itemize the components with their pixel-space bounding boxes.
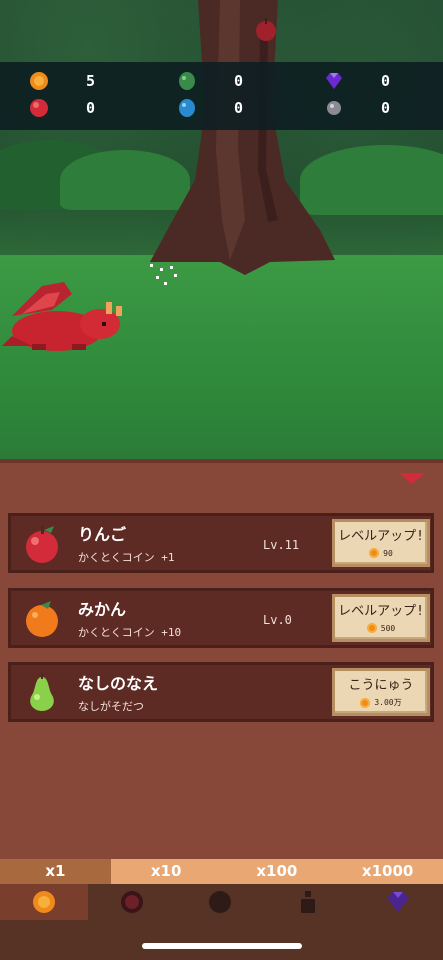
dragon-character[interactable] (2, 276, 128, 356)
nav-tab-gem[interactable] (352, 884, 443, 920)
button-cost: 90 (335, 548, 427, 558)
button-cost: 3.00万 (335, 697, 427, 708)
silver-orb-counter: 0 (324, 98, 390, 118)
nav-tab-dark-orb[interactable] (176, 884, 264, 920)
button-cost: 500 (335, 623, 427, 633)
red-gem-counter: 0 (29, 98, 95, 118)
cost-value: 500 (380, 623, 396, 633)
upgrade-item-apple: りんご かくとくコイン +1 Lv.11 レベルアップ! 90 (8, 513, 434, 573)
bottle-icon (301, 891, 315, 913)
pear-icon (30, 673, 54, 711)
purple-gem-counter: 0 (324, 71, 390, 91)
cost-value: 3.00万 (374, 698, 402, 707)
coin-icon (366, 623, 377, 633)
item-description: かくとくコイン +1 (78, 551, 175, 564)
nav-tab-coins[interactable] (0, 884, 88, 920)
coin-icon (369, 548, 380, 558)
orange-icon (26, 601, 58, 637)
button-label: こうにゅう (348, 678, 414, 693)
silver-orb-icon (327, 101, 341, 115)
item-level: Lv.11 (263, 538, 300, 552)
coin-icon (30, 72, 48, 90)
item-description: かくとくコイン +10 (78, 626, 182, 639)
multiplier-tabs: x1 x10 x100 x1000 (0, 859, 443, 884)
green-egg-count: 0 (234, 72, 244, 90)
button-label: レベルアップ! (338, 604, 424, 619)
apple-icon (26, 526, 58, 563)
item-name: みかん (78, 600, 127, 619)
item-level: Lv.0 (263, 613, 292, 627)
purple-gem-count: 0 (381, 72, 391, 90)
sparkle-effect (150, 264, 177, 285)
multiplier-x10[interactable]: x10 (111, 859, 222, 884)
item-description: なしがそだつ (78, 700, 144, 713)
resource-bar: 5 0 0 0 0 0 (0, 62, 443, 130)
coin-icon (360, 697, 371, 708)
item-name: なしのなえ (78, 674, 159, 693)
collapse-arrow-icon[interactable] (399, 473, 425, 484)
level-up-button[interactable]: レベルアップ! 90 (332, 519, 430, 567)
green-egg-icon (179, 72, 195, 90)
cost-value: 90 (383, 548, 393, 558)
gem-icon (386, 892, 409, 912)
button-label: レベルアップ! (338, 529, 424, 544)
multiplier-x100[interactable]: x100 (222, 859, 333, 884)
home-indicator[interactable] (142, 943, 302, 949)
tree-trunk (150, 0, 335, 275)
dark-orb-icon (209, 891, 231, 913)
nav-tab-red-orb[interactable] (88, 884, 176, 920)
red-orb-icon (30, 99, 48, 117)
purple-gem-icon (326, 73, 342, 89)
coin-icon (33, 891, 55, 913)
blue-egg-icon (179, 99, 195, 117)
upgrade-item-orange: みかん かくとくコイン +10 Lv.0 レベルアップ! 500 (8, 588, 434, 648)
upgrade-item-pear-sapling: なしのなえ なしがそだつ こうにゅう 3.00万 (8, 662, 434, 722)
falling-apple-icon[interactable] (255, 16, 277, 42)
multiplier-x1000[interactable]: x1000 (332, 859, 443, 884)
silver-orb-count: 0 (381, 99, 391, 117)
blue-egg-count: 0 (234, 99, 244, 117)
coin-count: 5 (86, 72, 96, 90)
upgrade-panel: りんご かくとくコイン +1 Lv.11 レベルアップ! 90 みかん かくとく… (0, 459, 443, 859)
item-name: りんご (78, 525, 127, 544)
red-orb-icon (121, 891, 143, 913)
purchase-button[interactable]: こうにゅう 3.00万 (332, 668, 430, 716)
nav-tab-bottle[interactable] (264, 884, 352, 920)
coin-counter: 5 (29, 71, 95, 91)
green-egg-counter: 0 (177, 71, 243, 91)
level-up-button[interactable]: レベルアップ! 500 (332, 594, 430, 642)
blue-egg-counter: 0 (177, 98, 243, 118)
red-gem-count: 0 (86, 99, 96, 117)
multiplier-x1[interactable]: x1 (0, 859, 111, 884)
